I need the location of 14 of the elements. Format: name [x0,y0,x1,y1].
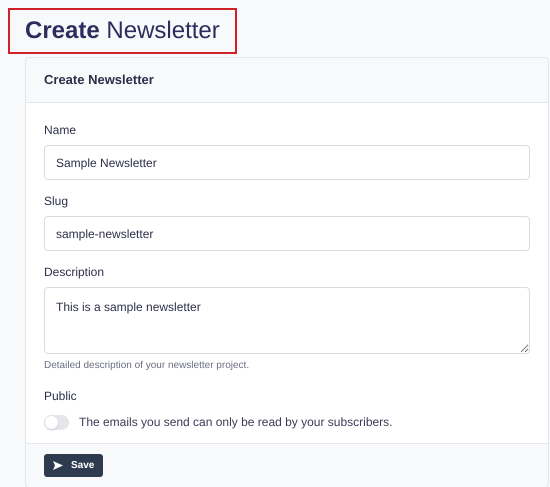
toggle-switch[interactable] [44,414,69,430]
card-title: Create Newsletter [44,71,154,90]
help-text: Detailed description of your newsletter project. [44,359,250,373]
input-field[interactable]: Sample Newsletter [44,145,530,180]
field-label: Slug [44,193,70,210]
send-icon [53,461,63,470]
field-label: Public [44,388,78,405]
field-label: Description [44,264,106,281]
toggle-description: The emails you send can only be read by your subscribers. [79,414,392,431]
input-field[interactable]: sample-newsletter [44,216,530,251]
field-label: Name [44,122,78,139]
save-button[interactable]: Save [44,454,104,477]
textarea-field[interactable]: This is a sample newsletter [44,287,530,354]
page-title: Create Newsletter [8,8,237,54]
